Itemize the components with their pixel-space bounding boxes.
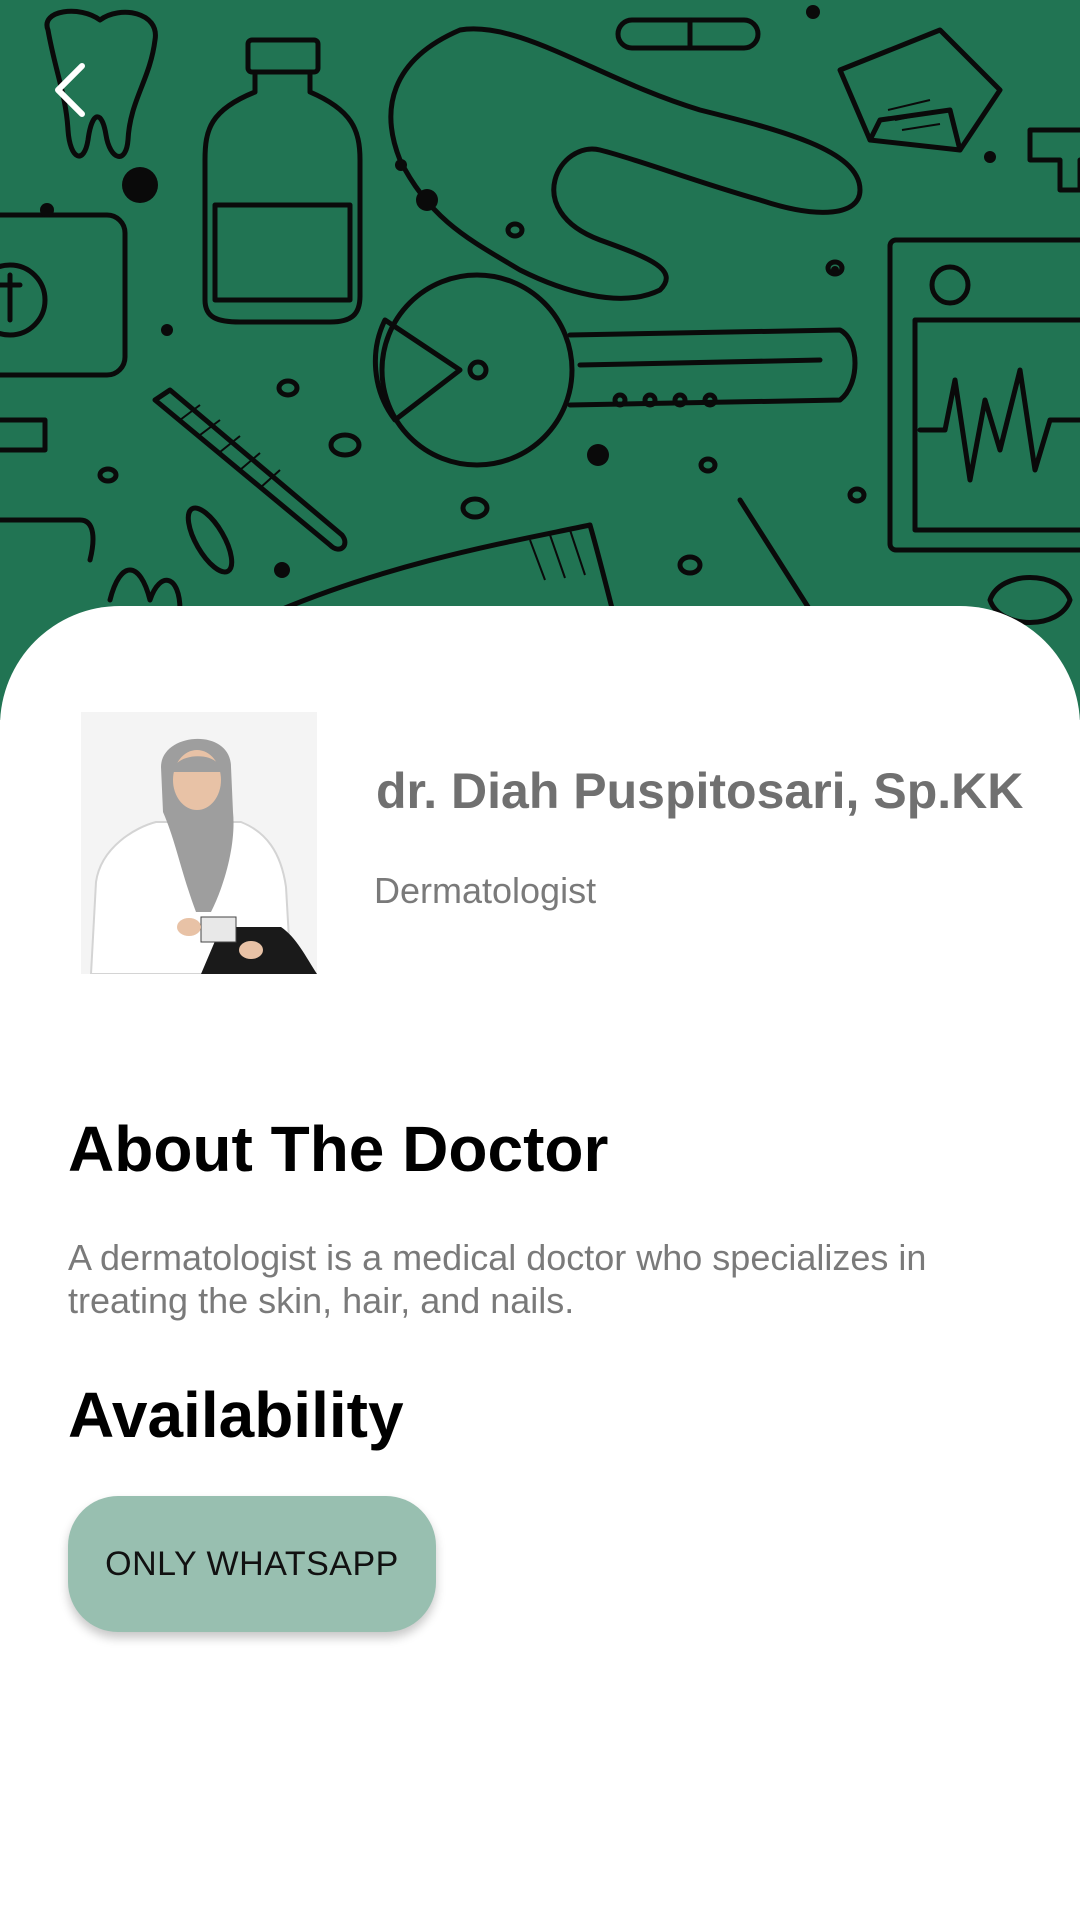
doctor-portrait-image [81, 712, 317, 974]
about-text: A dermatologist is a medical doctor who … [68, 1237, 927, 1321]
doctor-photo [81, 712, 317, 974]
back-button[interactable] [50, 60, 110, 130]
doctor-name: dr. Diah Puspitosari, Sp.KK [376, 763, 1024, 819]
availability-title: Availability [68, 1379, 404, 1451]
doctor-detail-screen: dr. Diah Puspitosari, Sp.KK Dermatologis… [0, 0, 1080, 1920]
only-whatsapp-button[interactable]: ONLY WHATSAPP [68, 1496, 436, 1632]
about-title: About The Doctor [68, 1113, 609, 1185]
chevron-left-icon [55, 63, 85, 117]
doctor-specialty: Dermatologist [374, 870, 597, 911]
